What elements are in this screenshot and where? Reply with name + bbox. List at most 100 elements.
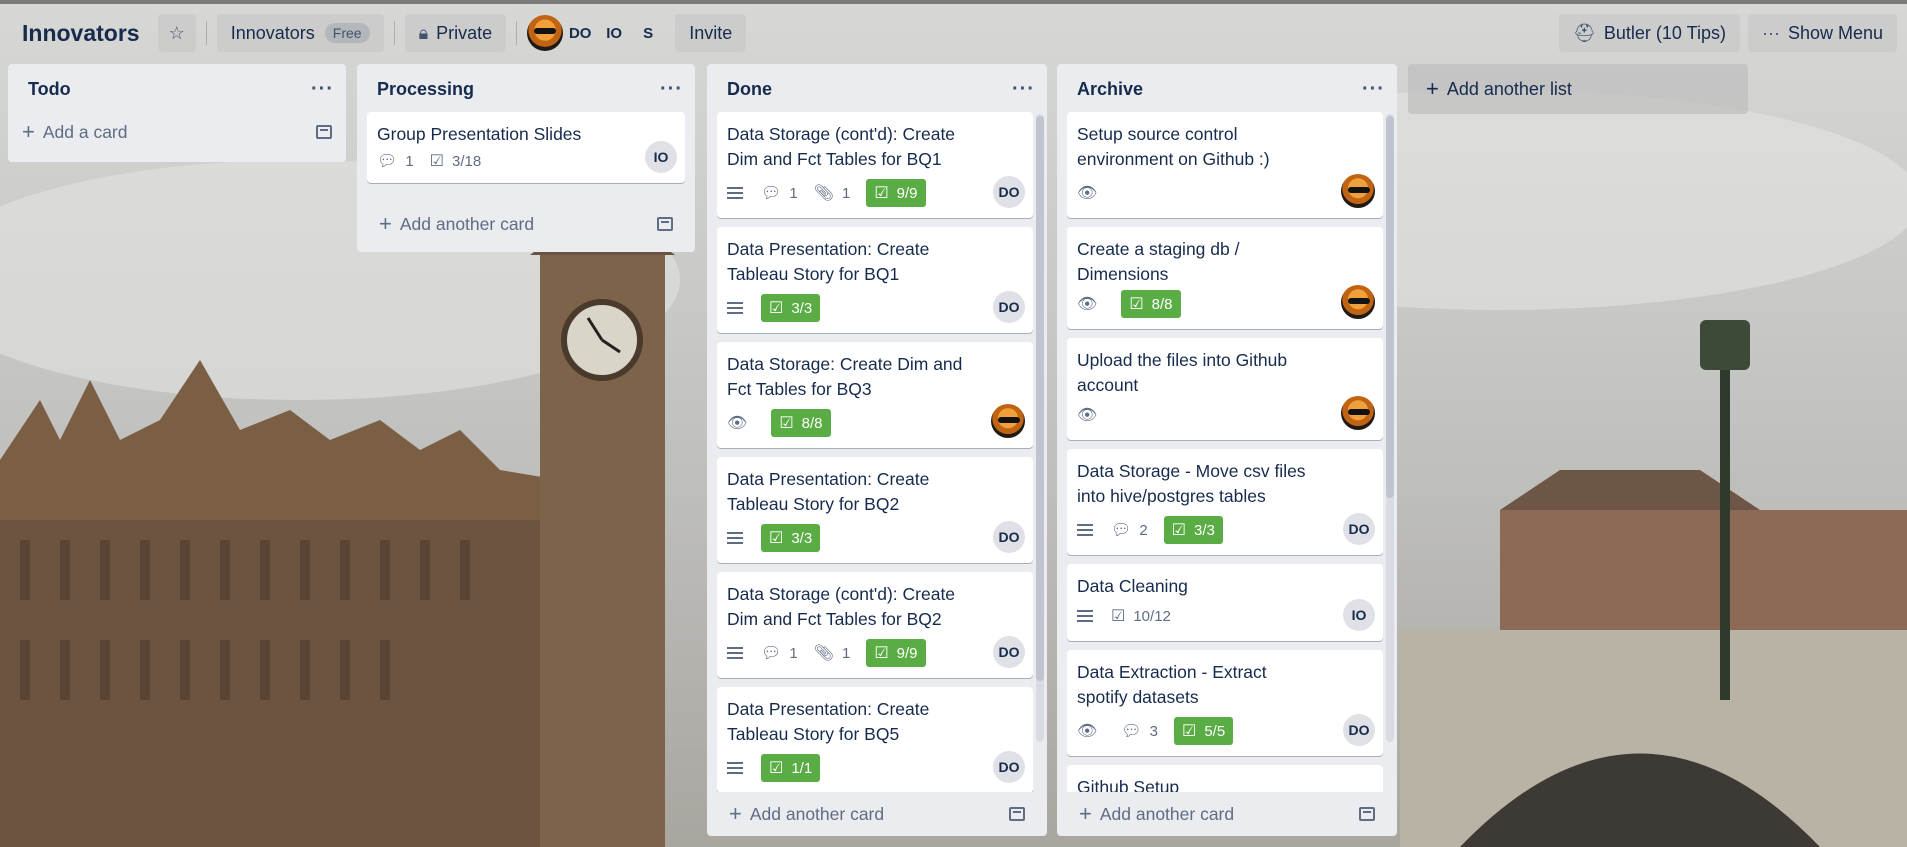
attachment-count: 1: [841, 184, 851, 202]
card-member[interactable]: IO: [645, 141, 677, 173]
template-icon[interactable]: [1359, 807, 1375, 821]
card[interactable]: Upload the files into Github account 👁︎: [1067, 338, 1383, 440]
card-member[interactable]: [991, 404, 1025, 438]
member-avatar: DO: [993, 636, 1025, 668]
attachments-badge: 📎︎ 1: [814, 183, 851, 203]
card[interactable]: Data Storage - Move csv files into hive/…: [1067, 449, 1383, 555]
card[interactable]: Setup source control environment on Gith…: [1067, 112, 1383, 218]
checklist-count: 9/9: [896, 184, 918, 202]
card-badges: 💬︎ 2 ☑ 3/3: [1077, 515, 1319, 545]
list-archive: Archive ··· Setup source control environ…: [1057, 64, 1397, 836]
add-card-button[interactable]: + Add another card: [729, 801, 884, 827]
checklist-badge: ☑ 1/1: [761, 754, 821, 782]
comment-icon: 💬︎: [1111, 522, 1132, 539]
checklist-badge: ☑ 10/12: [1111, 606, 1171, 626]
watching-badge: 👁︎: [1077, 405, 1105, 425]
checklist-count: 8/8: [1151, 295, 1173, 313]
checklist-count: 3/3: [791, 529, 813, 547]
add-list-button[interactable]: + Add another list: [1408, 64, 1748, 114]
eye-icon: 👁︎: [1077, 185, 1098, 202]
card[interactable]: Data Presentation: Create Tableau Story …: [717, 457, 1033, 563]
card[interactable]: Data Presentation: Create Tableau Story …: [717, 227, 1033, 333]
card-member[interactable]: DO: [993, 751, 1025, 783]
card-member[interactable]: DO: [993, 291, 1025, 323]
card-badges: 👁︎: [1077, 400, 1319, 430]
visibility-button[interactable]: 🔒︎ Private: [404, 14, 507, 52]
watching-badge: 👁︎: [1077, 721, 1105, 741]
list-header[interactable]: Todo ···: [8, 64, 346, 114]
card-badges: 👁︎ ☑ 8/8: [1077, 289, 1319, 319]
member-avatar-photo: [1341, 174, 1375, 208]
template-icon[interactable]: [657, 217, 673, 231]
member-avatar[interactable]: S: [631, 16, 665, 50]
description-icon: [727, 647, 743, 659]
workspace-button[interactable]: Innovators Free: [216, 14, 384, 52]
member-avatar: DO: [993, 751, 1025, 783]
card[interactable]: Data Presentation: Create Tableau Story …: [717, 687, 1033, 792]
header-right: ⛑︎ Butler (10 Tips) ··· Show Menu: [1559, 14, 1897, 52]
card-member[interactable]: [1341, 174, 1375, 208]
checklist-icon: ☑: [1181, 723, 1197, 740]
member-avatar[interactable]: DO: [563, 16, 597, 50]
list-menu-icon[interactable]: ···: [311, 79, 334, 99]
member-avatar[interactable]: IO: [597, 16, 631, 50]
add-card-button[interactable]: + Add another card: [379, 211, 534, 237]
checklist-count: 9/9: [896, 644, 918, 662]
card-member[interactable]: DO: [993, 521, 1025, 553]
lock-icon: 🔒︎: [418, 22, 429, 43]
list-title[interactable]: Done: [727, 79, 772, 100]
checklist-icon: ☑: [874, 645, 889, 662]
checklist-badge: ☑ 3/3: [761, 294, 821, 322]
card[interactable]: Data Storage: Create Dim and Fct Tables …: [717, 342, 1033, 448]
card[interactable]: Group Presentation Slides 💬︎ 1 ☑ 3/18 IO: [367, 112, 685, 183]
card-title: Data Storage - Move csv files into hive/…: [1077, 461, 1306, 506]
template-icon[interactable]: [1009, 807, 1025, 821]
list-header[interactable]: Archive ···: [1057, 64, 1397, 114]
card[interactable]: Data Extraction - Extract spotify datase…: [1067, 650, 1383, 756]
card[interactable]: Data Cleaning ☑ 10/12 IO: [1067, 564, 1383, 641]
list-title[interactable]: Processing: [377, 79, 474, 100]
card[interactable]: Create a staging db / Dimensions 👁︎ ☑ 8/8: [1067, 227, 1383, 329]
show-menu-button[interactable]: ··· Show Menu: [1747, 14, 1897, 52]
card-member[interactable]: IO: [1343, 599, 1375, 631]
card[interactable]: Data Storage (cont'd): Create Dim and Fc…: [717, 572, 1033, 678]
butler-button[interactable]: ⛑︎ Butler (10 Tips): [1559, 14, 1740, 52]
card-member[interactable]: DO: [1343, 513, 1375, 545]
card-badges: 👁︎ 💬︎ 3 ☑ 5/5: [1077, 716, 1319, 746]
member-avatar-photo[interactable]: [527, 15, 564, 51]
list-menu-icon[interactable]: ···: [660, 79, 683, 99]
list-menu-icon[interactable]: ···: [1362, 79, 1385, 99]
card-title: Data Cleaning: [1077, 576, 1188, 596]
card[interactable]: Data Storage (cont'd): Create Dim and Fc…: [717, 112, 1033, 218]
member-avatar-photo: [1341, 285, 1375, 319]
list-done: Done ··· Data Storage (cont'd): Create D…: [707, 64, 1047, 836]
plus-icon: +: [729, 801, 742, 826]
checklist-badge: ☑ 3/3: [761, 524, 821, 552]
checklist-icon: ☑: [1111, 608, 1126, 625]
card-member[interactable]: [1341, 396, 1375, 430]
card-member[interactable]: DO: [993, 176, 1025, 208]
list-todo: Todo ··· + Add a card: [8, 64, 346, 162]
list-title[interactable]: Todo: [28, 79, 71, 100]
comments-badge: 💬︎ 2: [1111, 520, 1148, 540]
card-member[interactable]: DO: [993, 636, 1025, 668]
list-header[interactable]: Processing ···: [357, 64, 695, 114]
card-title: Data Storage: Create Dim and Fct Tables …: [727, 354, 963, 399]
list-title[interactable]: Archive: [1077, 79, 1143, 100]
star-button[interactable]: ☆: [157, 14, 196, 52]
scrollbar-thumb[interactable]: [1036, 116, 1044, 681]
invite-button[interactable]: Invite: [675, 14, 747, 52]
list-menu-icon[interactable]: ···: [1012, 79, 1035, 99]
template-icon[interactable]: [316, 125, 332, 139]
scrollbar-thumb[interactable]: [1386, 116, 1394, 498]
checklist-icon: ☑: [1171, 522, 1186, 539]
card-member[interactable]: [1341, 285, 1375, 319]
member-avatar: DO: [993, 521, 1025, 553]
card[interactable]: Github Setup S: [1067, 765, 1383, 792]
checklist-badge: ☑ 9/9: [866, 179, 926, 207]
add-card-button[interactable]: + Add another card: [1079, 801, 1234, 827]
list-header[interactable]: Done ···: [707, 64, 1047, 114]
card-member[interactable]: DO: [1343, 714, 1375, 746]
add-card-button[interactable]: + Add a card: [22, 119, 128, 145]
board-title[interactable]: Innovators: [12, 20, 150, 47]
